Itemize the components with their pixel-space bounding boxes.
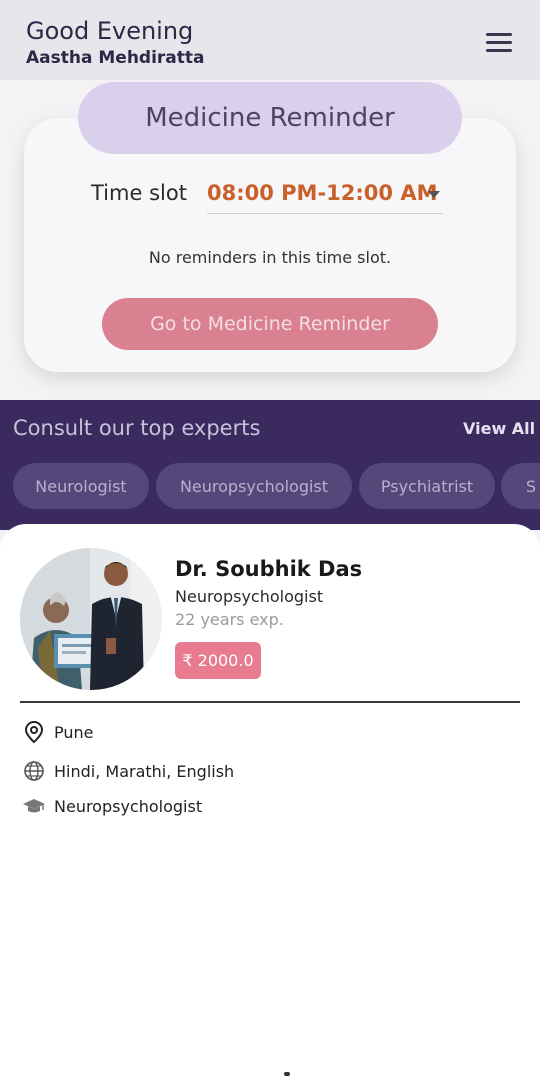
chip-psychiatrist[interactable]: Psychiatrist [359, 463, 495, 509]
time-slot-dropdown[interactable]: 08:00 PM-12:00 AM [207, 181, 437, 205]
doctor-specialty: Neuropsychologist [175, 587, 324, 606]
home-indicator [284, 1072, 290, 1076]
consultation-fee-badge: ₹ 2000.0 [175, 642, 261, 679]
globe-icon [22, 759, 46, 783]
time-slot-underline [207, 213, 443, 214]
location-pin-icon [22, 720, 46, 744]
dropdown-caret-icon[interactable] [428, 191, 440, 198]
greeting-text: Good Evening [26, 17, 194, 45]
qualification-row: Neuropsychologist [22, 794, 202, 818]
user-name: Aastha Mehdiratta [26, 48, 205, 68]
hamburger-menu-icon[interactable] [486, 33, 512, 53]
languages-row: Hindi, Marathi, English [22, 759, 234, 783]
doctor-avatar [20, 548, 162, 690]
doctor-experience: 22 years exp. [175, 610, 284, 629]
chip-neurologist[interactable]: Neurologist [13, 463, 149, 509]
qualification-text: Neuropsychologist [54, 796, 203, 816]
empty-reminders-message: No reminders in this time slot. [148, 248, 392, 267]
chip-neuropsychologist[interactable]: Neuropsychologist [156, 463, 352, 509]
chip-partial[interactable]: S [501, 463, 540, 509]
experts-title: Consult our top experts [13, 416, 261, 440]
languages-text: Hindi, Marathi, English [54, 761, 235, 781]
view-all-link[interactable]: View All [463, 419, 535, 438]
doctor-name: Dr. Soubhik Das [175, 557, 363, 581]
time-slot-label: Time slot [91, 181, 187, 205]
location-text: Pune [54, 722, 94, 742]
graduation-cap-icon [22, 794, 46, 818]
go-to-medicine-reminder-button[interactable]: Go to Medicine Reminder [102, 298, 438, 350]
sheet-divider [20, 701, 520, 703]
location-row: Pune [22, 720, 94, 744]
medicine-reminder-title: Medicine Reminder [78, 82, 462, 154]
